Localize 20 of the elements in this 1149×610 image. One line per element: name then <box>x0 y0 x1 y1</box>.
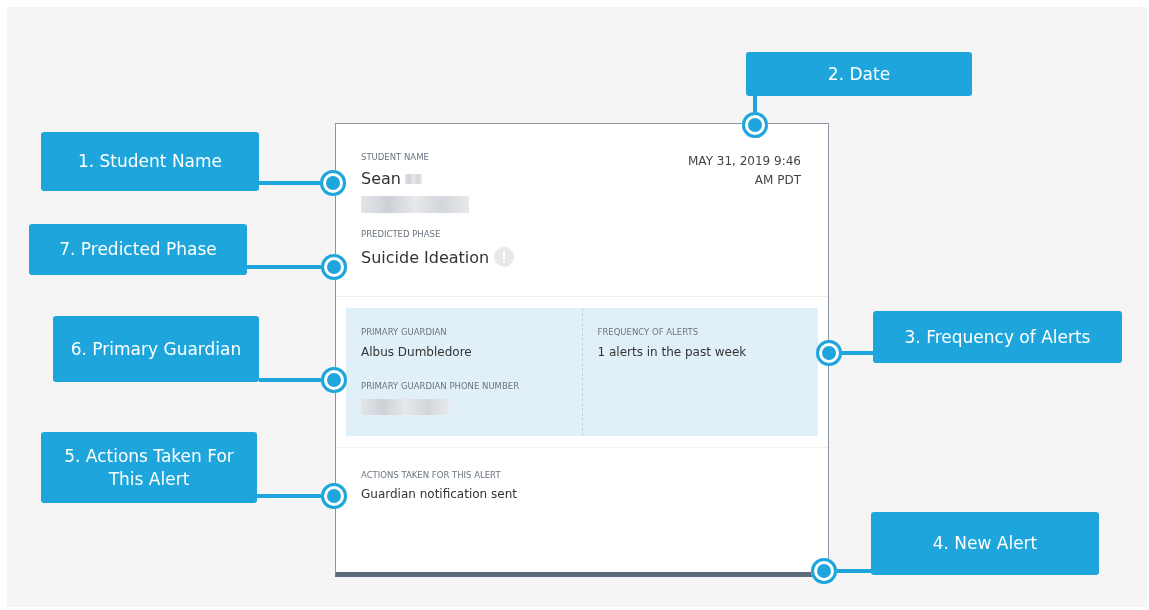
callout-label: 7. Predicted Phase <box>29 224 247 275</box>
callout-label: 6. Primary Guardian <box>53 316 259 382</box>
alert-date: MAY 31, 2019 9:46 AM PDT <box>687 153 801 189</box>
field-label: PRIMARY GUARDIAN PHONE NUMBER <box>361 381 521 391</box>
student-name: Sean <box>361 169 401 188</box>
field-label: FREQUENCY OF ALERTS <box>597 327 700 337</box>
callout-label: 3. Frequency of Alerts <box>873 311 1122 363</box>
callout-label: 4. New Alert <box>871 512 1099 575</box>
field-label: PRIMARY GUARDIAN <box>361 327 448 337</box>
field-label: ACTIONS TAKEN FOR THIS ALERT <box>361 470 502 480</box>
actions-taken: Guardian notification sent <box>361 487 518 501</box>
redacted-text <box>404 173 422 184</box>
callout-label: 1. Student Name <box>41 132 259 191</box>
guardian-name: Albus Dumbledore <box>361 345 473 359</box>
field-label: STUDENT NAME <box>361 152 430 162</box>
predicted-phase: Suicide Ideation <box>361 247 490 267</box>
callout-label: 2. Date <box>746 52 972 96</box>
field-label: PREDICTED PHASE <box>361 229 442 239</box>
callout-label: 5. Actions Taken For This Alert <box>41 432 257 503</box>
alert-frequency: 1 alerts in the past week <box>597 345 748 359</box>
